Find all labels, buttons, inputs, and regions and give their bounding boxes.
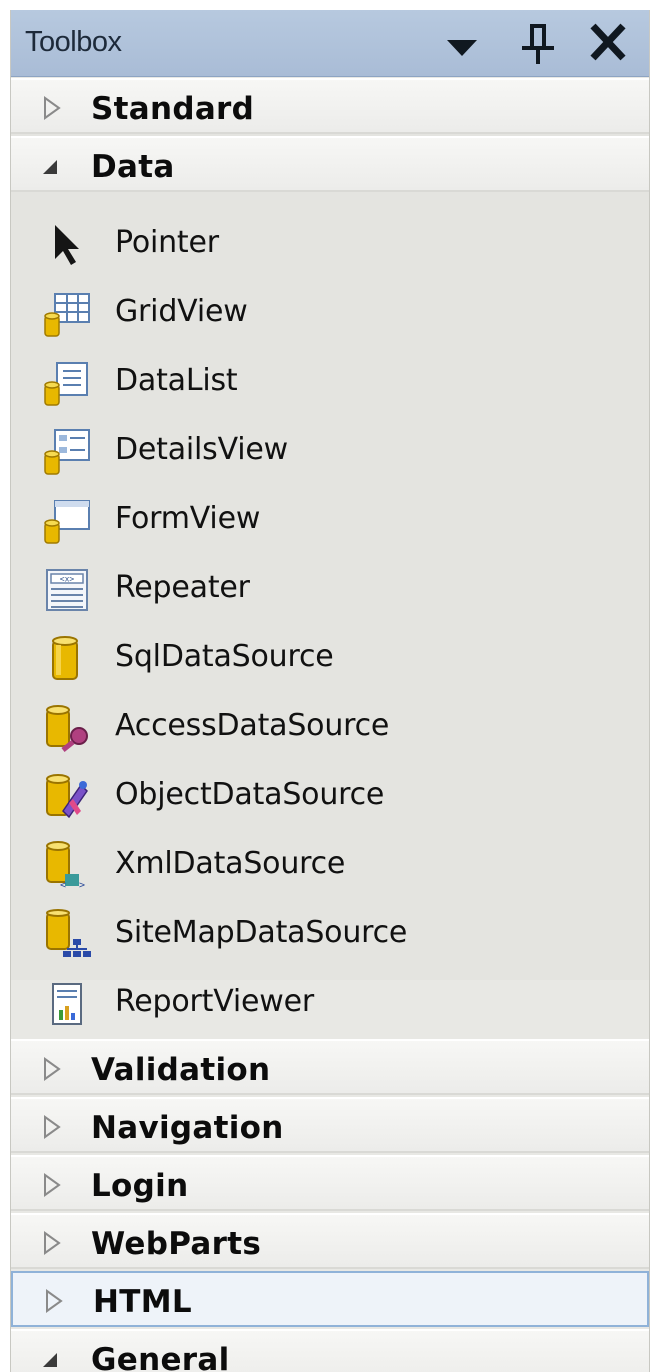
dropdown-icon <box>447 40 477 56</box>
category-general[interactable]: General <box>11 1329 649 1372</box>
collapsed-arrow-icon <box>41 1172 63 1198</box>
category-label: WebParts <box>91 1226 262 1262</box>
svg-text:>: > <box>79 880 85 891</box>
toolbox-item-datalist[interactable]: DataList <box>11 347 649 416</box>
item-label: DataList <box>115 363 238 398</box>
item-label: ObjectDataSource <box>115 777 385 812</box>
toolbox-item-gridview[interactable]: GridView <box>11 278 649 347</box>
detailsview-icon <box>41 426 93 478</box>
item-label: FormView <box>115 501 261 536</box>
database-icon <box>41 633 93 685</box>
svg-text:<x>: <x> <box>60 575 75 584</box>
collapsed-arrow-icon <box>41 1056 63 1082</box>
toolbox-item-detailsview[interactable]: DetailsView <box>11 416 649 485</box>
toolbox-item-sitemapdatasource[interactable]: SiteMapDataSource <box>11 899 649 968</box>
category-login[interactable]: Login <box>11 1155 649 1211</box>
toolbox-item-formview[interactable]: FormView <box>11 485 649 554</box>
category-label: Login <box>91 1168 189 1204</box>
toolbox-item-pointer[interactable]: Pointer <box>11 209 649 278</box>
collapsed-arrow-icon <box>43 1288 65 1314</box>
toolbox-item-xmldatasource[interactable]: < > XmlDataSource <box>11 830 649 899</box>
access-datasource-icon <box>41 702 93 754</box>
toolbox-item-accessdatasource[interactable]: AccessDataSource <box>11 692 649 761</box>
collapsed-arrow-icon <box>41 95 63 121</box>
datalist-icon <box>41 357 93 409</box>
expanded-arrow-icon <box>41 153 63 179</box>
svg-text:<: < <box>60 880 66 891</box>
item-label: Repeater <box>115 570 250 605</box>
repeater-icon: <x> <box>41 564 93 616</box>
category-label: Standard <box>91 91 255 127</box>
category-webparts[interactable]: WebParts <box>11 1213 649 1269</box>
category-navigation[interactable]: Navigation <box>11 1097 649 1153</box>
category-label: Data <box>91 149 175 185</box>
panel-title: Toolbox <box>25 26 122 58</box>
category-standard[interactable]: Standard <box>11 78 649 134</box>
item-label: SqlDataSource <box>115 639 334 674</box>
pin-button[interactable] <box>513 18 563 68</box>
item-label: DetailsView <box>115 432 288 467</box>
sitemap-datasource-icon <box>41 909 93 961</box>
report-viewer-icon <box>41 978 93 1030</box>
object-datasource-icon <box>41 771 93 823</box>
item-label: ReportViewer <box>115 984 315 1019</box>
category-label: General <box>91 1342 230 1372</box>
item-label: AccessDataSource <box>115 708 390 743</box>
category-data[interactable]: Data <box>11 136 649 192</box>
toolbox-item-repeater[interactable]: <x> Repeater <box>11 554 649 623</box>
category-validation[interactable]: Validation <box>11 1039 649 1095</box>
formview-icon <box>41 495 93 547</box>
item-label: GridView <box>115 294 248 329</box>
item-label: SiteMapDataSource <box>115 915 408 950</box>
expanded-arrow-icon <box>41 1346 63 1372</box>
toolbox-item-sqldatasource[interactable]: SqlDataSource <box>11 623 649 692</box>
pin-icon <box>522 24 554 64</box>
item-label: Pointer <box>115 225 219 260</box>
category-label: Validation <box>91 1052 271 1088</box>
collapsed-arrow-icon <box>41 1114 63 1140</box>
pointer-icon <box>41 219 93 271</box>
toolbox-item-objectdatasource[interactable]: ObjectDataSource <box>11 761 649 830</box>
category-html[interactable]: HTML <box>11 1271 649 1327</box>
close-icon <box>590 23 626 61</box>
toolbox-item-reportviewer[interactable]: ReportViewer <box>11 968 649 1037</box>
collapsed-arrow-icon <box>41 1230 63 1256</box>
toolbox-panel: Toolbox Standard Data Pointer GridView D… <box>10 10 650 1372</box>
dropdown-button[interactable] <box>437 18 487 68</box>
toolbox-title-bar[interactable]: Toolbox <box>11 10 649 77</box>
category-label: HTML <box>93 1284 192 1320</box>
gridview-icon <box>41 288 93 340</box>
item-label: XmlDataSource <box>115 846 346 881</box>
category-label: Navigation <box>91 1110 284 1146</box>
close-button[interactable] <box>583 18 633 68</box>
xml-datasource-icon: < > <box>41 840 93 892</box>
